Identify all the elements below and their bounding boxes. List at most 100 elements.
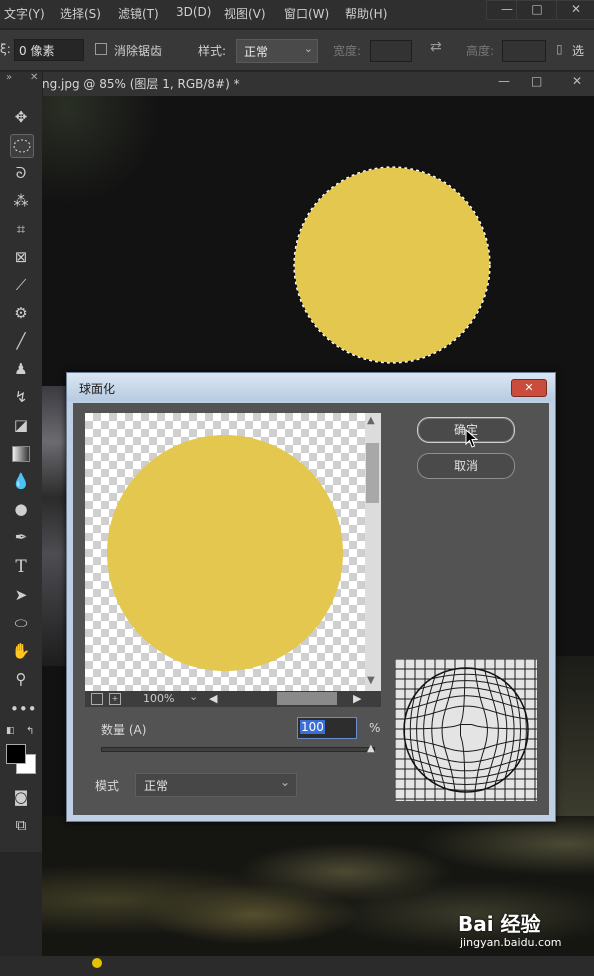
hand-tool-icon[interactable]: ✋ bbox=[10, 640, 32, 662]
zoom-out-icon[interactable] bbox=[91, 693, 103, 705]
swap-colors-icon[interactable]: ↰ bbox=[26, 726, 34, 737]
default-colors-icon[interactable]: ◧ bbox=[6, 726, 15, 736]
style-select[interactable]: 正常 ⌄ bbox=[236, 39, 318, 63]
scroll-right-icon[interactable]: ▶ bbox=[353, 692, 361, 705]
antialias-checkbox[interactable] bbox=[95, 43, 107, 55]
feather-label: ξ: bbox=[0, 42, 11, 56]
maximize-button[interactable]: □ bbox=[516, 0, 558, 20]
doc-minimize-button[interactable]: — bbox=[498, 74, 510, 88]
swap-arrows-icon[interactable]: ⇄ bbox=[430, 39, 442, 55]
type-tool-icon[interactable]: T bbox=[10, 556, 32, 578]
height-label: 高度: bbox=[466, 44, 495, 58]
frame-tool-icon[interactable]: ⊠ bbox=[10, 246, 32, 268]
menu-type[interactable]: 文字(Y) bbox=[4, 5, 45, 22]
panel-close-icon[interactable]: ✕ bbox=[30, 72, 38, 83]
amount-value: 100 bbox=[300, 720, 325, 734]
scroll-down-icon[interactable]: ▼ bbox=[367, 675, 375, 686]
dialog-close-button[interactable]: ✕ bbox=[511, 379, 547, 397]
menu-3d[interactable]: 3D(D) bbox=[176, 5, 211, 19]
quick-mask-icon[interactable]: ◙ bbox=[10, 786, 32, 808]
options-bar: ξ: 0 像素 消除锯齿 样式: 正常 ⌄ 宽度: ⇄ 高度: ▯ 选 bbox=[0, 30, 594, 71]
panel-expand-icon[interactable]: » bbox=[6, 72, 12, 83]
foreground-color-swatch[interactable] bbox=[6, 744, 26, 764]
filter-preview[interactable] bbox=[85, 413, 365, 691]
menu-bar: 文字(Y) 选择(S) 滤镜(T) 3D(D) 视图(V) 窗口(W) 帮助(H… bbox=[0, 0, 594, 28]
elliptical-marquee-tool-icon[interactable] bbox=[10, 134, 34, 158]
feather-input[interactable]: 0 像素 bbox=[14, 39, 84, 61]
tools-panel: » ✕ ✥ ᘐ ⁂ ⌗ ⊠ ⟋ ⚙ ╱ ♟ ↯ ◪ 💧 ● ✒ T ➤ ⬭ ✋ … bbox=[0, 72, 43, 852]
mouse-cursor-icon bbox=[465, 429, 479, 448]
menu-filter[interactable]: 滤镜(T) bbox=[118, 5, 159, 22]
moon-selection[interactable] bbox=[293, 166, 491, 364]
gradient-tool-icon[interactable] bbox=[10, 442, 32, 464]
path-selection-tool-icon[interactable]: ➤ bbox=[10, 584, 32, 606]
zoom-in-icon[interactable]: + bbox=[109, 693, 121, 705]
menu-window[interactable]: 窗口(W) bbox=[284, 5, 329, 22]
amount-input[interactable]: 100 bbox=[297, 717, 357, 739]
amount-label: 数量 (A) bbox=[101, 723, 147, 737]
mode-chevron-down-icon: ⌄ bbox=[279, 775, 290, 789]
document-tab-bar: ng.jpg @ 85% (图层 1, RGB/8#) * — □ ✕ bbox=[42, 72, 594, 96]
spherize-grid-preview-icon bbox=[394, 658, 537, 801]
history-brush-tool-icon[interactable]: ↯ bbox=[10, 386, 32, 408]
preview-vertical-scrollbar[interactable]: ▲ ▼ bbox=[365, 413, 381, 691]
magic-wand-tool-icon[interactable]: ⁂ bbox=[10, 190, 32, 212]
cancel-button[interactable]: 取消 bbox=[417, 453, 515, 479]
mode-value: 正常 bbox=[144, 779, 169, 793]
screen-mode-icon[interactable]: ⧉ bbox=[10, 814, 32, 836]
foliage-shadow bbox=[42, 96, 162, 206]
style-value: 正常 bbox=[244, 45, 269, 59]
pen-tool-icon[interactable]: ✒ bbox=[10, 526, 32, 548]
width-input[interactable] bbox=[370, 40, 412, 62]
document-tab-title[interactable]: ng.jpg @ 85% (图层 1, RGB/8#) * bbox=[42, 75, 240, 92]
eyedropper-tool-icon[interactable]: ⟋ bbox=[10, 274, 32, 296]
menu-view[interactable]: 视图(V) bbox=[224, 5, 266, 22]
horizontal-scroll-thumb[interactable] bbox=[277, 692, 337, 705]
spherize-dialog: 球面化 ✕ ▲ ▼ + 100% ⌄ ◀ ▶ 确定 取消 数量 (A) 100 … bbox=[66, 372, 556, 822]
width-label: 宽度: bbox=[333, 44, 362, 58]
preview-zoom-value: 100% bbox=[143, 692, 175, 705]
height-input[interactable] bbox=[502, 40, 546, 62]
scroll-left-icon[interactable]: ◀ bbox=[209, 692, 217, 705]
select-and-mask-label[interactable]: 选 bbox=[572, 42, 584, 59]
dialog-body: ▲ ▼ + 100% ⌄ ◀ ▶ 确定 取消 数量 (A) 100 % ▲ 模式… bbox=[73, 403, 549, 815]
amount-slider-track[interactable] bbox=[101, 747, 375, 752]
zoom-chevron-down-icon[interactable]: ⌄ bbox=[189, 690, 198, 703]
brush-tool-icon[interactable]: ╱ bbox=[10, 330, 32, 352]
watermark-url: jingyan.baidu.com bbox=[460, 936, 562, 949]
status-bar bbox=[0, 956, 594, 976]
style-label: 样式: bbox=[198, 44, 227, 58]
mode-label: 模式 bbox=[95, 779, 120, 793]
building-background bbox=[42, 386, 68, 666]
grid-lines bbox=[394, 658, 537, 801]
doc-maximize-button[interactable]: □ bbox=[531, 74, 542, 88]
watermark-brand: Bai 经验 bbox=[458, 912, 541, 936]
ellipse-shape-tool-icon[interactable]: ⬭ bbox=[10, 612, 32, 634]
preview-moon bbox=[107, 435, 343, 671]
baidu-watermark: Bai 经验 jingyan.baidu.com bbox=[458, 908, 588, 952]
lasso-tool-icon[interactable]: ᘐ bbox=[10, 162, 32, 184]
moon-circle bbox=[294, 167, 490, 363]
select-mask-icon[interactable]: ▯ bbox=[556, 42, 563, 56]
scroll-thumb[interactable] bbox=[366, 443, 379, 503]
doc-close-button[interactable]: ✕ bbox=[572, 74, 582, 88]
amount-slider-thumb[interactable]: ▲ bbox=[367, 743, 375, 754]
more-tools-icon[interactable]: ••• bbox=[10, 698, 37, 720]
dialog-titlebar[interactable]: 球面化 ✕ bbox=[67, 373, 555, 401]
move-tool-icon[interactable]: ✥ bbox=[10, 106, 32, 128]
chevron-down-icon: ⌄ bbox=[303, 42, 313, 55]
eraser-tool-icon[interactable]: ◪ bbox=[10, 414, 32, 436]
crop-tool-icon[interactable]: ⌗ bbox=[10, 218, 32, 240]
blur-tool-icon[interactable]: 💧 bbox=[10, 470, 32, 492]
mode-select[interactable]: 正常 ⌄ bbox=[135, 773, 297, 797]
menu-select[interactable]: 选择(S) bbox=[60, 5, 101, 22]
dodge-tool-icon[interactable]: ● bbox=[10, 498, 32, 520]
scroll-up-icon[interactable]: ▲ bbox=[367, 415, 375, 426]
status-indicator-icon bbox=[92, 958, 102, 968]
preview-bottom-bar: + 100% ⌄ ◀ ▶ bbox=[85, 690, 381, 707]
zoom-tool-icon[interactable]: ⚲ bbox=[10, 668, 32, 690]
menu-help[interactable]: 帮助(H) bbox=[345, 5, 387, 22]
close-app-button[interactable]: ✕ bbox=[556, 0, 594, 20]
healing-brush-tool-icon[interactable]: ⚙ bbox=[10, 302, 32, 324]
clone-stamp-tool-icon[interactable]: ♟ bbox=[10, 358, 32, 380]
